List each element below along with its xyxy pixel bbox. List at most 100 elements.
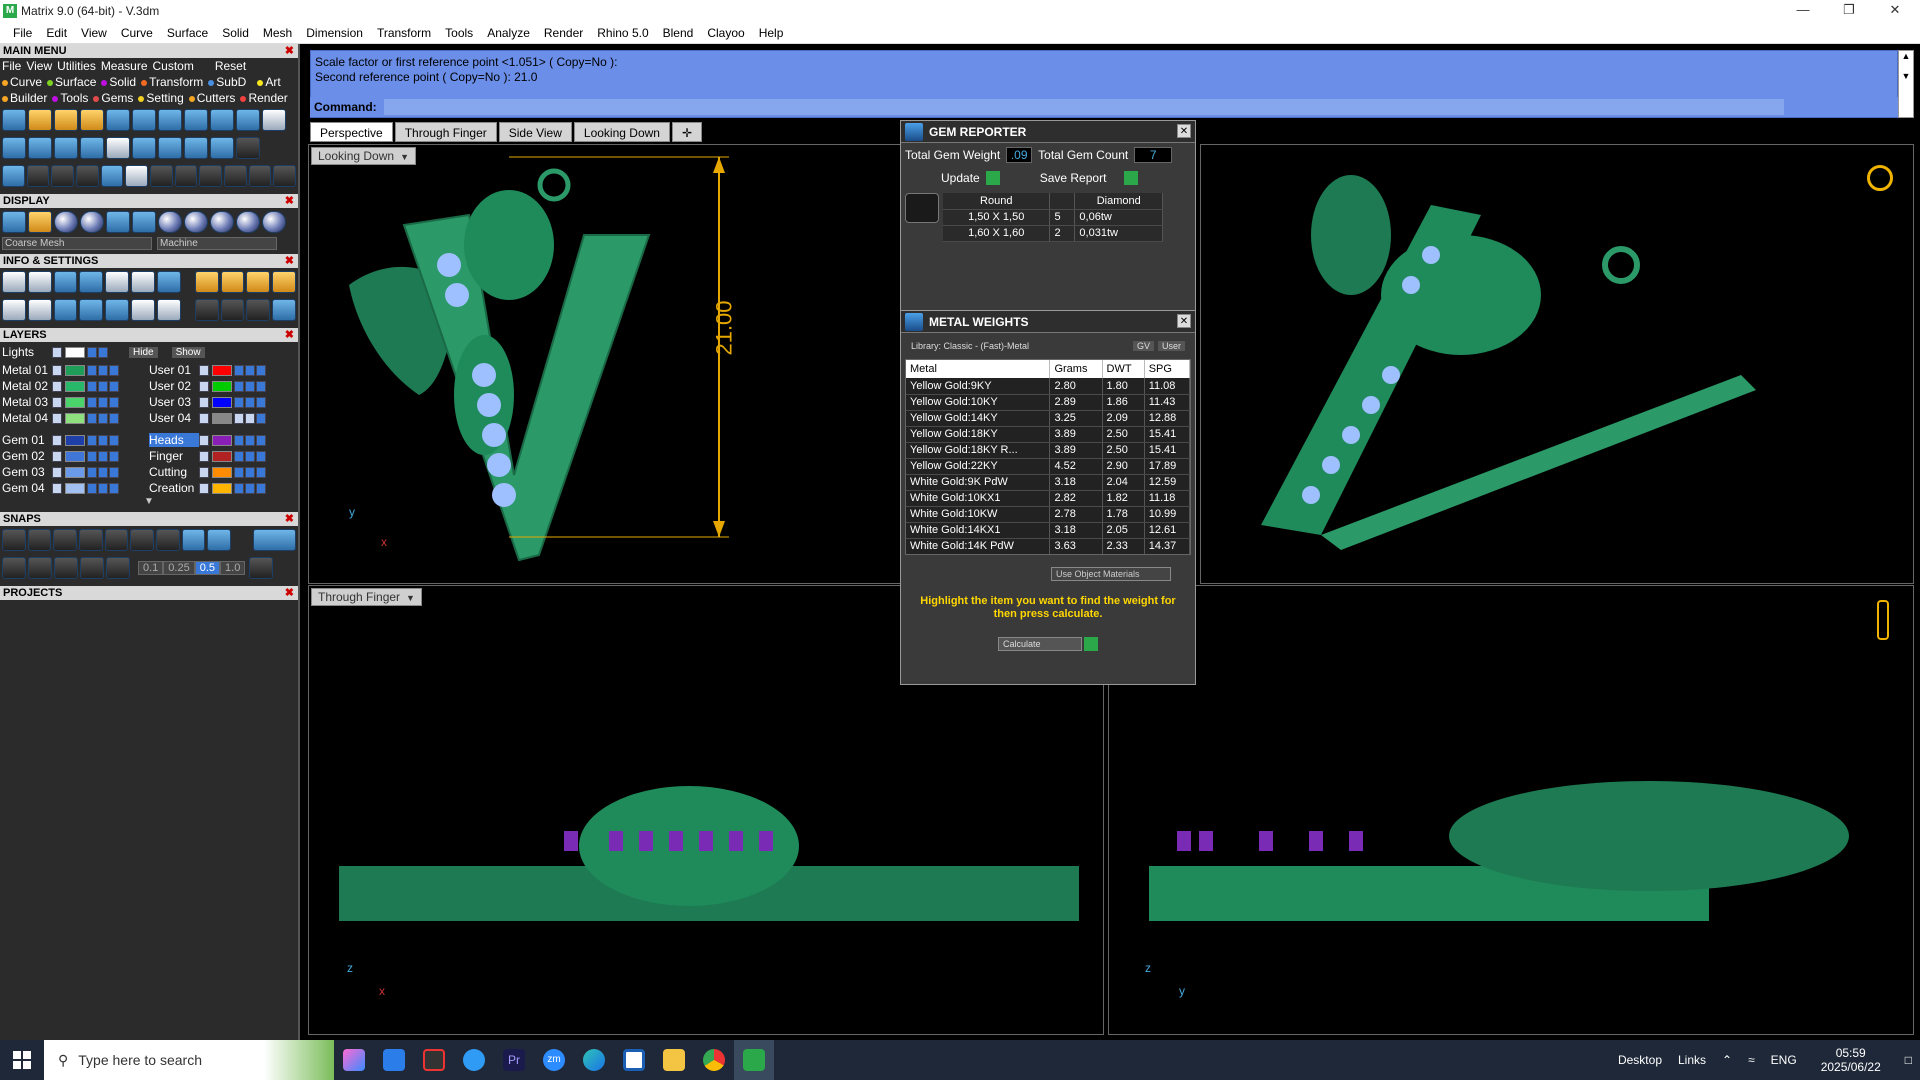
pen-tool-icon[interactable] xyxy=(132,137,156,159)
loft-tool-icon[interactable] xyxy=(80,109,104,131)
fillet-tool-icon[interactable] xyxy=(51,165,75,187)
finger-navigator-icon[interactable] xyxy=(1877,600,1889,640)
metal-sphere-icon[interactable] xyxy=(210,211,234,233)
record-icon[interactable] xyxy=(246,271,271,293)
snap-value-0-5[interactable]: 0.5 xyxy=(194,561,221,575)
sweep-tool-icon[interactable] xyxy=(28,109,52,131)
chrome-sphere-icon[interactable] xyxy=(262,211,286,233)
close-icon[interactable]: ✕ xyxy=(1177,314,1191,328)
lock-icon[interactable] xyxy=(87,380,97,392)
visible-icon[interactable] xyxy=(98,380,108,392)
xray-icon[interactable] xyxy=(106,211,130,233)
lights-color-swatch[interactable] xyxy=(65,346,85,358)
viewport-side-view[interactable]: z y xyxy=(1108,585,1914,1035)
cut-tool-icon[interactable] xyxy=(236,137,260,159)
script-icon[interactable] xyxy=(220,271,245,293)
layer-color-swatch[interactable] xyxy=(65,396,85,408)
chevron-down-icon[interactable]: ▼ xyxy=(2,496,296,510)
layer-row[interactable]: Metal 02 xyxy=(2,378,149,394)
wifi-icon[interactable]: ≈ xyxy=(1748,1053,1755,1067)
calculate-button[interactable]: Calculate xyxy=(998,637,1082,651)
arrow-icon[interactable] xyxy=(199,450,209,462)
heart-tool-icon[interactable] xyxy=(28,137,52,159)
table-row[interactable]: White Gold:14KX1 3.18 2.05 12.61 xyxy=(906,522,1190,539)
edit-icon[interactable] xyxy=(131,271,155,293)
split-tool-icon[interactable] xyxy=(2,165,25,187)
tab-side-view[interactable]: Side View xyxy=(498,122,572,142)
lock-icon[interactable] xyxy=(234,364,244,376)
scale-tool-icon[interactable] xyxy=(150,165,173,187)
planar-icon[interactable] xyxy=(54,557,78,579)
visible-icon[interactable] xyxy=(245,396,255,408)
col-grams[interactable]: Grams xyxy=(1049,360,1103,378)
notification-icon[interactable]: □8 xyxy=(1905,1053,1912,1067)
snap-perp-icon[interactable] xyxy=(155,529,180,551)
arrow-icon[interactable] xyxy=(52,346,62,358)
main-menu-cutters[interactable]: Cutters xyxy=(188,91,235,105)
flow-tool-icon[interactable] xyxy=(174,165,198,187)
playback-icon[interactable] xyxy=(272,271,297,293)
lock-icon[interactable] xyxy=(87,482,97,494)
close-icon[interactable]: ✖ xyxy=(285,328,294,342)
visible-icon[interactable] xyxy=(245,450,255,462)
arrow-icon[interactable] xyxy=(199,364,209,376)
wireframe-icon[interactable] xyxy=(2,211,26,233)
table-row[interactable]: Yellow Gold:18KY R... 3.89 2.50 15.41 xyxy=(906,442,1190,459)
app-red-icon[interactable] xyxy=(414,1040,454,1080)
visible-icon[interactable] xyxy=(98,482,108,494)
bbox-tool-icon[interactable] xyxy=(199,165,223,187)
select-icon[interactable] xyxy=(256,364,266,376)
prongs-icon[interactable] xyxy=(220,299,245,321)
update-go-icon[interactable] xyxy=(985,171,1000,185)
plane-tool-icon[interactable] xyxy=(54,137,78,159)
object-props-icon[interactable] xyxy=(79,271,104,293)
arrow-icon[interactable] xyxy=(199,466,209,478)
layer-color-swatch[interactable] xyxy=(212,466,232,478)
arrow-icon[interactable] xyxy=(52,482,62,494)
shaded-icon[interactable] xyxy=(28,211,52,233)
main-menu-render[interactable]: Render xyxy=(240,91,288,105)
window-icon[interactable] xyxy=(27,299,52,321)
main-menu-measure[interactable]: Measure xyxy=(101,59,148,73)
edge-icon[interactable] xyxy=(574,1040,614,1080)
snap-end-icon[interactable] xyxy=(2,529,26,551)
layer-row[interactable]: Gem 04 xyxy=(2,480,149,496)
layer-color-swatch[interactable] xyxy=(65,412,85,424)
close-icon[interactable]: ✖ xyxy=(285,586,294,600)
snap-toggle-icon[interactable] xyxy=(252,529,296,551)
zoom-icon[interactable]: zm xyxy=(534,1040,574,1080)
table-row[interactable]: Yellow Gold:18KY 3.89 2.50 15.41 xyxy=(906,426,1190,443)
select-icon[interactable] xyxy=(109,434,119,446)
main-menu-reset[interactable]: Reset xyxy=(215,59,246,73)
bezel-icon[interactable] xyxy=(246,299,271,321)
menu-analyze[interactable]: Analyze xyxy=(480,26,537,40)
lock-icon[interactable] xyxy=(234,412,244,424)
table-row[interactable]: White Gold:9K PdW 3.18 2.04 12.59 xyxy=(906,474,1190,491)
layer-row[interactable]: User 04 xyxy=(149,410,296,426)
visible-icon[interactable] xyxy=(245,482,255,494)
premiere-icon[interactable]: Pr xyxy=(494,1040,534,1080)
minimize-button[interactable]: — xyxy=(1780,0,1826,22)
arrow-icon[interactable] xyxy=(199,434,209,446)
restore-button[interactable]: ❐ xyxy=(1826,0,1872,22)
gem-setting-icon[interactable] xyxy=(272,299,297,321)
table-row[interactable]: White Gold:14K PdW 3.63 2.33 14.37 xyxy=(906,538,1190,554)
visible-icon[interactable] xyxy=(245,466,255,478)
arrow-icon[interactable] xyxy=(199,380,209,392)
language-indicator[interactable]: ENG xyxy=(1771,1053,1797,1067)
main-menu-setting[interactable]: Setting xyxy=(138,91,184,105)
gloss-sphere-icon[interactable] xyxy=(184,211,208,233)
menu-solid[interactable]: Solid xyxy=(215,26,256,40)
blade-tool-icon[interactable] xyxy=(80,137,104,159)
layer-color-swatch[interactable] xyxy=(212,364,232,376)
tab-through-finger[interactable]: Through Finger xyxy=(394,122,497,142)
lock-icon[interactable] xyxy=(87,466,97,478)
gv-toggle[interactable]: GV xyxy=(1132,341,1154,351)
layer-row[interactable]: Gem 03 xyxy=(2,464,149,480)
arrow-icon[interactable] xyxy=(52,396,62,408)
rail-tool-icon[interactable] xyxy=(54,109,78,131)
document-icon[interactable] xyxy=(105,271,130,293)
snap-quad-icon[interactable] xyxy=(207,529,231,551)
mesh-quality-select[interactable]: Coarse Mesh xyxy=(2,236,152,250)
menu-mesh[interactable]: Mesh xyxy=(256,26,299,40)
